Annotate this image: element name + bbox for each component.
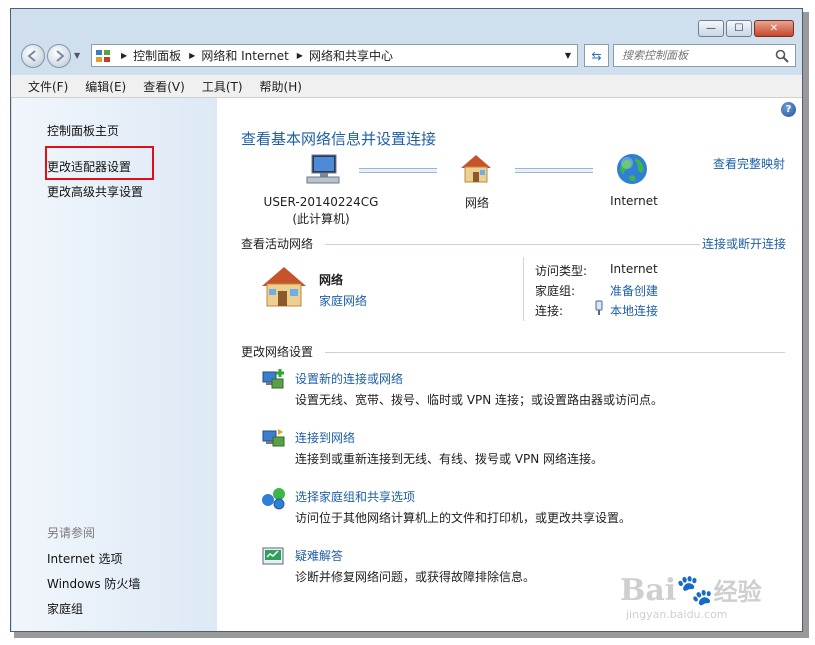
search-input[interactable] — [614, 45, 774, 66]
search-icon[interactable] — [775, 49, 789, 63]
menu-edit[interactable]: 编辑(E) — [85, 78, 126, 95]
watermark-url: jingyan.baidu.com — [626, 608, 728, 621]
access-type-value: Internet — [610, 262, 658, 276]
new-connection-icon — [262, 369, 284, 389]
address-row: ▼ ▶ 控制面板 ▶ 网络和 Internet ▶ 网络和共享中心 ▼ ⇆ — [11, 41, 802, 75]
access-type-label: 访问类型: — [535, 264, 588, 278]
vertical-divider — [523, 257, 524, 321]
watermark-brand2: 经验 — [713, 577, 762, 606]
sidebar-item-control-panel-home[interactable]: 控制面板主页 — [47, 122, 119, 139]
homegroup-link[interactable]: 准备创建 — [610, 282, 658, 299]
computer-label: USER-20140224CG (此计算机) — [251, 194, 391, 228]
menu-bar: 文件(F) 编辑(E) 查看(V) 工具(T) 帮助(H) — [11, 75, 802, 98]
active-network-header: 查看活动网络 — [241, 237, 314, 251]
address-dropdown-icon[interactable]: ▼ — [565, 51, 571, 60]
caption-buttons: — ☐ ✕ — [696, 20, 794, 37]
menu-view[interactable]: 查看(V) — [143, 78, 185, 95]
menu-help[interactable]: 帮助(H) — [260, 78, 302, 95]
paw-icon: 🐾 — [676, 573, 714, 608]
connection-label: 连接: — [535, 304, 564, 318]
arrow-left-icon — [27, 50, 36, 62]
connection-line — [359, 168, 437, 173]
task-troubleshoot-desc: 诊断并修复网络问题，或获得故障排除信息。 — [295, 570, 536, 584]
task-setup-new-connection-desc: 设置无线、宽带、拨号、临时或 VPN 连接；或设置路由器或访问点。 — [295, 393, 664, 407]
internet-label: Internet — [610, 194, 658, 208]
change-settings-header: 更改网络设置 — [241, 345, 314, 359]
network-label: 网络 — [464, 196, 489, 210]
computer-name: USER-20140224CG — [263, 195, 379, 209]
globe-icon[interactable] — [615, 152, 649, 186]
back-button[interactable] — [21, 44, 45, 68]
sidebar-item-change-advanced-sharing[interactable]: 更改高级共享设置 — [47, 183, 143, 200]
menu-tools[interactable]: 工具(T) — [202, 78, 243, 95]
breadcrumb-network-sharing-center[interactable]: 网络和共享中心 — [309, 47, 393, 64]
task-homegroup-sharing-desc: 访问位于其他网络计算机上的文件和打印机，或更改共享设置。 — [295, 511, 632, 525]
network-type-link[interactable]: 家庭网络 — [319, 292, 367, 309]
task-connect-network-link[interactable]: 连接到网络 — [295, 429, 355, 446]
computer-icon[interactable] — [304, 152, 342, 186]
divider — [325, 244, 700, 245]
minimize-button[interactable]: — — [698, 20, 724, 37]
search-box[interactable] — [613, 44, 796, 67]
breadcrumb-separator-icon[interactable]: ▶ — [297, 51, 303, 60]
connect-disconnect-link[interactable]: 连接或断开连接 — [702, 235, 786, 252]
sidebar-item-internet-options[interactable]: Internet 选项 — [47, 550, 122, 567]
view-full-map-link[interactable]: 查看完整映射 — [713, 155, 785, 172]
active-network-name: 网络 — [319, 273, 344, 287]
sidebar-item-windows-firewall[interactable]: Windows 防火墙 — [47, 575, 140, 592]
close-button[interactable]: ✕ — [754, 20, 794, 37]
sidebar-item-homegroup[interactable]: 家庭组 — [47, 600, 83, 617]
network-house-icon[interactable] — [458, 152, 494, 184]
ethernet-icon — [595, 300, 603, 315]
address-bar[interactable]: ▶ 控制面板 ▶ 网络和 Internet ▶ 网络和共享中心 ▼ — [91, 44, 578, 67]
refresh-icon: ⇆ — [591, 48, 602, 63]
breadcrumb-separator-icon[interactable]: ▶ — [121, 51, 127, 60]
divider — [325, 352, 785, 353]
refresh-button[interactable]: ⇆ — [584, 44, 609, 67]
homegroup-label: 家庭组: — [535, 284, 576, 298]
watermark: Bai🐾经验 jingyan.baidu.com — [620, 575, 790, 630]
troubleshoot-icon — [262, 547, 284, 565]
breadcrumb-network-internet[interactable]: 网络和 Internet — [201, 47, 288, 64]
connection-line — [515, 168, 593, 173]
breadcrumb-separator-icon[interactable]: ▶ — [189, 51, 195, 60]
task-setup-new-connection-link[interactable]: 设置新的连接或网络 — [295, 370, 403, 387]
home-network-icon[interactable] — [259, 264, 309, 310]
see-also-header: 另请参阅 — [47, 526, 96, 540]
computer-sub: (此计算机) — [292, 212, 350, 226]
main-content: ? 查看基本网络信息并设置连接 查看完整映射 USER-20140224CG (… — [217, 98, 802, 631]
history-dropdown-icon[interactable]: ▼ — [74, 51, 80, 60]
highlight-annotation — [45, 146, 154, 180]
forward-button[interactable] — [47, 44, 71, 68]
task-troubleshoot-link[interactable]: 疑难解答 — [295, 547, 343, 564]
local-connection-link[interactable]: 本地连接 — [610, 302, 658, 319]
connect-network-icon — [262, 429, 285, 447]
help-icon[interactable]: ? — [781, 102, 796, 117]
arrow-right-icon — [56, 50, 65, 62]
watermark-brand: Bai — [620, 573, 677, 608]
control-panel-icon — [96, 49, 110, 62]
homegroup-sharing-icon — [262, 488, 285, 510]
window: — ☐ ✕ ▼ ▶ 控制面板 ▶ 网络和 Internet ▶ 网络和共享中心 … — [10, 8, 803, 632]
task-homegroup-sharing-link[interactable]: 选择家庭组和共享选项 — [295, 488, 415, 505]
page-title: 查看基本网络信息并设置连接 — [241, 130, 437, 148]
breadcrumb-control-panel[interactable]: 控制面板 — [133, 47, 181, 64]
menu-file[interactable]: 文件(F) — [28, 78, 68, 95]
maximize-button[interactable]: ☐ — [726, 20, 752, 37]
task-connect-network-desc: 连接到或重新连接到无线、有线、拨号或 VPN 网络连接。 — [295, 452, 604, 466]
